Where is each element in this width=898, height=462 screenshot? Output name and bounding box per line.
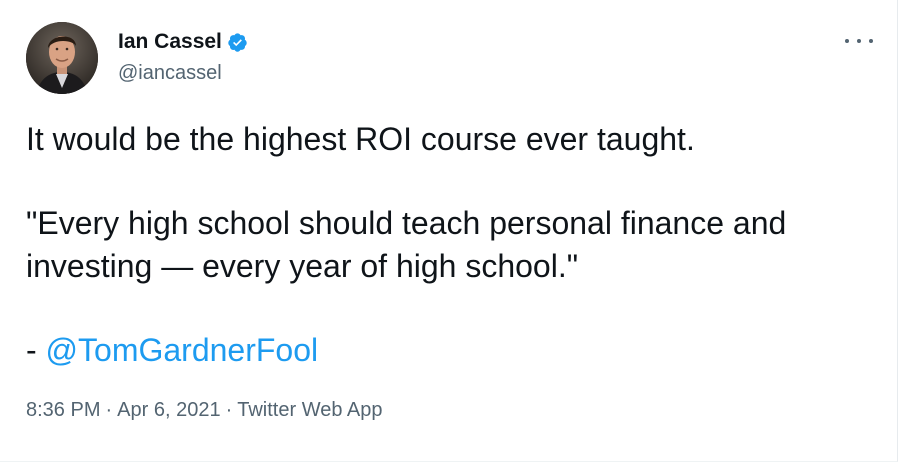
dot-icon [845, 39, 849, 43]
dash-prefix: - [26, 332, 46, 368]
separator: · [105, 399, 113, 421]
mention-link[interactable]: @TomGardnerFool [46, 332, 319, 368]
timestamp-time[interactable]: 8:36 PM [26, 398, 100, 422]
tweet-meta: 8:36 PM · Apr 6, 2021 · Twitter Web App [26, 398, 383, 422]
dot-icon [857, 39, 861, 43]
quote-line: "Every high school should teach personal… [26, 205, 787, 241]
tweet-source[interactable]: Twitter Web App [237, 398, 382, 422]
display-name[interactable]: Ian Cassel [118, 30, 222, 54]
avatar-image [26, 22, 98, 94]
tweet-card: Ian Cassel @iancassel It would be the hi… [0, 0, 898, 462]
quote-line: investing — every year of high school." [26, 248, 579, 284]
handle[interactable]: @iancassel [118, 61, 248, 85]
dot-icon [869, 39, 873, 43]
separator: · [225, 399, 233, 421]
user-info: Ian Cassel @iancassel [118, 30, 248, 85]
tweet-text: It would be the highest ROI course ever … [26, 118, 866, 372]
more-options-icon[interactable] [845, 31, 873, 51]
tweet-line: It would be the highest ROI course ever … [26, 121, 695, 157]
avatar[interactable] [26, 22, 98, 94]
name-row: Ian Cassel [118, 30, 248, 54]
attribution-line: - @TomGardnerFool [26, 329, 866, 372]
verified-badge-icon [227, 32, 248, 53]
timestamp-date[interactable]: Apr 6, 2021 [117, 398, 220, 422]
